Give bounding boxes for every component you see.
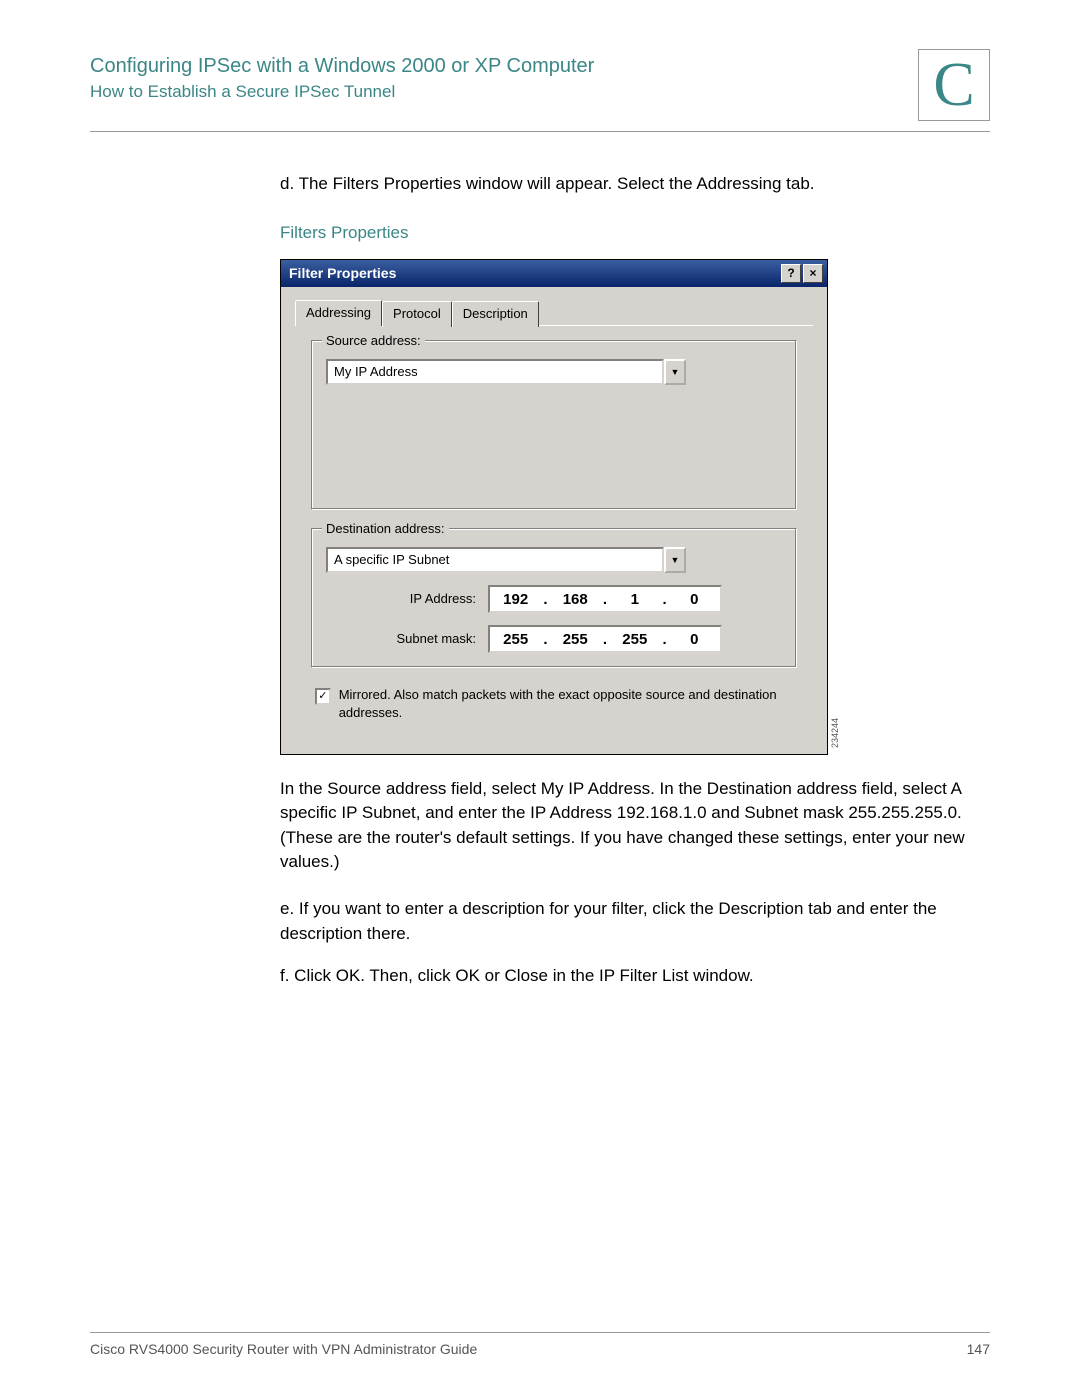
destination-legend: Destination address:	[322, 520, 449, 539]
mirrored-row: ✓ Mirrored. Also match packets with the …	[311, 686, 797, 729]
ip-octet-3[interactable]: 1	[609, 589, 660, 611]
step-f: f. Click OK. Then, click OK or Close in …	[280, 964, 980, 989]
page-number: 147	[967, 1341, 990, 1357]
step-e: e. If you want to enter a description fo…	[280, 897, 980, 946]
destination-address-combo[interactable]: A specific IP Subnet ▼	[326, 547, 686, 573]
appendix-box: C	[918, 49, 990, 121]
dialog-figure: Filter Properties ? × Addressing Protoco…	[280, 259, 828, 754]
tab-row: Addressing Protocol Description	[281, 287, 827, 326]
ip-octet-1[interactable]: 192	[490, 589, 541, 611]
ip-address-field[interactable]: 192. 168. 1. 0	[488, 585, 722, 613]
step-d: d. The Filters Properties window will ap…	[280, 172, 980, 197]
tab-addressing[interactable]: Addressing	[295, 300, 382, 327]
destination-address-value: A specific IP Subnet	[326, 547, 664, 573]
mask-octet-1[interactable]: 255	[490, 629, 541, 651]
header-divider	[90, 131, 990, 132]
source-address-combo[interactable]: My IP Address ▼	[326, 359, 686, 385]
dialog-titlebar: Filter Properties ? ×	[281, 260, 827, 286]
mask-octet-3[interactable]: 255	[609, 629, 660, 651]
footer-left: Cisco RVS4000 Security Router with VPN A…	[90, 1341, 477, 1357]
mask-octet-2[interactable]: 255	[550, 629, 601, 651]
appendix-letter: C	[933, 54, 974, 116]
source-address-value: My IP Address	[326, 359, 664, 385]
ip-address-label: IP Address:	[326, 590, 488, 609]
subnet-mask-field[interactable]: 255. 255. 255. 0	[488, 625, 722, 653]
dialog-title: Filter Properties	[289, 263, 781, 283]
mirrored-label: Mirrored. Also match packets with the ex…	[339, 686, 793, 721]
tab-panel-addressing: Source address: My IP Address ▼ Destinat…	[295, 325, 813, 739]
subnet-mask-label: Subnet mask:	[326, 630, 488, 649]
groupbox-source: Source address: My IP Address ▼	[311, 340, 797, 510]
tab-description[interactable]: Description	[452, 301, 539, 328]
groupbox-destination: Destination address: A specific IP Subne…	[311, 528, 797, 668]
close-button[interactable]: ×	[803, 264, 823, 283]
mirrored-checkbox[interactable]: ✓	[315, 688, 331, 705]
tab-protocol[interactable]: Protocol	[382, 301, 452, 328]
footer-divider	[90, 1332, 990, 1333]
ip-octet-2[interactable]: 168	[550, 589, 601, 611]
source-legend: Source address:	[322, 332, 425, 351]
ip-octet-4[interactable]: 0	[669, 589, 720, 611]
page-title: Configuring IPSec with a Windows 2000 or…	[90, 55, 918, 78]
page-footer: Cisco RVS4000 Security Router with VPN A…	[90, 1332, 990, 1357]
figure-caption: Filters Properties	[280, 221, 980, 246]
help-button[interactable]: ?	[781, 264, 801, 283]
mask-octet-4[interactable]: 0	[669, 629, 720, 651]
paragraph-after-figure: In the Source address field, select My I…	[280, 777, 980, 876]
chevron-down-icon[interactable]: ▼	[664, 359, 686, 385]
filter-properties-dialog: Filter Properties ? × Addressing Protoco…	[280, 259, 828, 754]
figure-code: 234244	[829, 718, 842, 748]
page-subtitle: How to Establish a Secure IPSec Tunnel	[90, 82, 918, 102]
chevron-down-icon[interactable]: ▼	[664, 547, 686, 573]
